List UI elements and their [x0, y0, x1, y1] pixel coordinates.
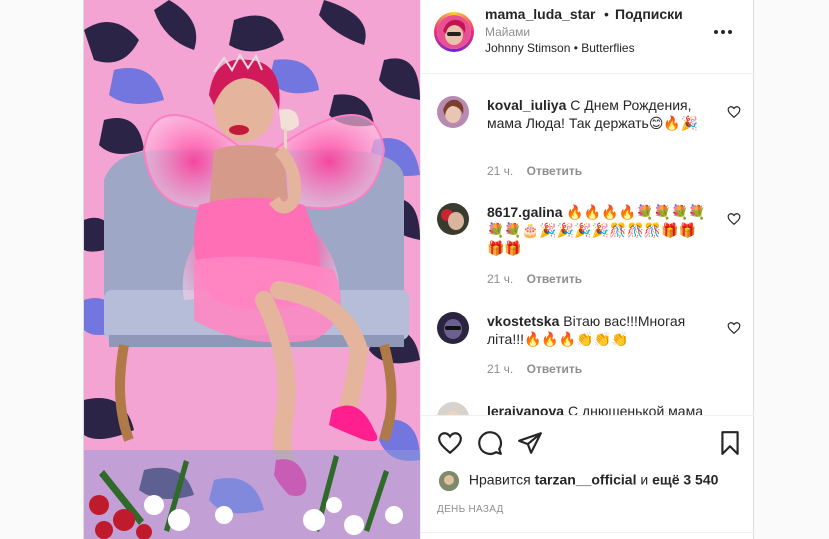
comment-text: 8617.galina 🔥🔥🔥🔥💐💐💐💐💐💐🎂🎉🎉🎉🎉🎊🎊🎊🎁🎁🎁🎁 [487, 203, 707, 257]
reply-button[interactable]: Ответить [527, 362, 582, 376]
post-actions: Нравится tarzan__official и ещё 3 540 ДЕ… [421, 415, 754, 539]
heart-icon[interactable] [727, 105, 741, 119]
author-username[interactable]: mama_luda_star [485, 6, 596, 22]
post-container: mama_luda_star • Подписки Майами Johnny … [83, 0, 754, 539]
paper-plane-icon[interactable] [517, 430, 543, 456]
comment-username[interactable]: vkostetska [487, 313, 559, 329]
comment-icon[interactable] [477, 430, 503, 456]
heart-icon[interactable] [437, 430, 463, 456]
likes-user[interactable]: tarzan__official [535, 472, 637, 488]
comment-username[interactable]: 8617.galina [487, 204, 563, 220]
likes-middle: и [640, 471, 649, 488]
comment-meta: 21 ч. Ответить [487, 272, 582, 286]
commenter-avatar[interactable] [437, 402, 469, 415]
post-date[interactable]: ДЕНЬ НАЗАД [437, 504, 504, 515]
comment-time[interactable]: 21 ч. [487, 362, 513, 376]
comment-text: lerajvanova С днюшенькой мама [487, 402, 707, 415]
reply-button[interactable]: Ответить [527, 164, 582, 178]
comment-time[interactable]: 21 ч. [487, 272, 513, 286]
likes-count[interactable]: ещё 3 540 [652, 472, 718, 488]
more-horizontal-icon[interactable] [711, 22, 739, 42]
comment-username[interactable]: lerajvanova [487, 403, 564, 415]
heart-icon[interactable] [727, 321, 741, 335]
likes-prefix: Нравится [468, 471, 531, 488]
add-comment-divider [421, 532, 754, 533]
liker-avatar[interactable] [439, 471, 459, 491]
comment-username[interactable]: koval_iuliya [487, 97, 566, 113]
author-avatar[interactable] [434, 12, 474, 52]
comment-meta: 21 ч. Ответить [487, 164, 582, 178]
separator-dot: • [604, 6, 609, 22]
heart-icon[interactable] [727, 212, 741, 226]
post-media[interactable] [84, 0, 420, 539]
follow-button[interactable]: Подписки [615, 6, 683, 22]
commenter-avatar[interactable] [437, 96, 469, 128]
comment-meta: 21 ч. Ответить [487, 362, 582, 376]
post-location[interactable]: Майами [485, 25, 530, 39]
commenter-avatar[interactable] [437, 203, 469, 235]
comment-text: koval_iuliya С Днем Рождения, мама Люда!… [487, 96, 707, 132]
post-side-panel: mama_luda_star • Подписки Майами Johnny … [420, 0, 754, 539]
post-header: mama_luda_star • Подписки Майами Johnny … [421, 0, 754, 74]
comment-text: vkostetska Вітаю вас!!!Многая літа!!!🔥🔥🔥… [487, 312, 707, 348]
bookmark-icon[interactable] [717, 430, 743, 456]
likes-summary[interactable]: Нравится tarzan__official и ещё 3 540 [439, 471, 718, 491]
comments-list[interactable]: koval_iuliya С Днем Рождения, мама Люда!… [421, 74, 754, 415]
comment-body: С днюшенькой мама [567, 403, 703, 415]
reply-button[interactable]: Ответить [527, 272, 582, 286]
commenter-avatar[interactable] [437, 312, 469, 344]
post-audio[interactable]: Johnny Stimson • Butterflies [485, 41, 635, 55]
comment-time[interactable]: 21 ч. [487, 164, 513, 178]
post-photo [84, 0, 420, 539]
